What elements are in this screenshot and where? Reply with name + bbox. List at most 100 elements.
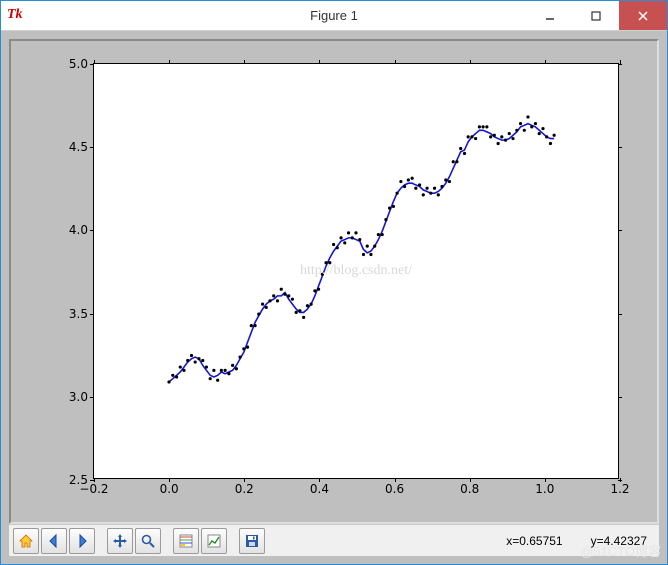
save-button[interactable] xyxy=(239,528,265,554)
scatter-point xyxy=(194,360,197,363)
scatter-point xyxy=(425,187,428,190)
scatter-point xyxy=(478,125,481,128)
scatter-point xyxy=(384,218,387,221)
close-button[interactable] xyxy=(619,1,667,30)
scatter-point xyxy=(485,125,488,128)
scatter-point xyxy=(448,180,451,183)
scatter-point xyxy=(328,261,331,264)
scatter-point xyxy=(407,178,410,181)
scatter-point xyxy=(549,142,552,145)
scatter-point xyxy=(197,357,200,360)
plot-axes: http://blog.csdn.net/ 2.53.03.54.04.55.0… xyxy=(93,63,619,479)
toolbar-separator xyxy=(100,530,104,552)
scatter-point xyxy=(354,231,357,234)
scatter-point xyxy=(388,207,391,210)
scatter-point xyxy=(366,245,369,248)
canvas-frame: http://blog.csdn.net/ 2.53.03.54.04.55.0… xyxy=(9,39,659,524)
scatter-point xyxy=(414,187,417,190)
scatter-point xyxy=(212,369,215,372)
scatter-point xyxy=(493,134,496,137)
scatter-point xyxy=(246,346,249,349)
scatter-point xyxy=(253,324,256,327)
titlebar[interactable]: Tk Figure 1 xyxy=(1,1,667,31)
ytick-label: 4.0 xyxy=(54,223,94,237)
scatter-point xyxy=(306,304,309,307)
scatter-point xyxy=(283,293,286,296)
scatter-point xyxy=(209,377,212,380)
scatter-point xyxy=(324,261,327,264)
scatter-point xyxy=(182,369,185,372)
scatter-point xyxy=(242,347,245,350)
figure-canvas[interactable]: http://blog.csdn.net/ 2.53.03.54.04.55.0… xyxy=(13,43,655,520)
scatter-point xyxy=(339,236,342,239)
ytick-label: 3.0 xyxy=(54,390,94,404)
plot-svg xyxy=(94,64,618,478)
scatter-point xyxy=(231,364,234,367)
fit-line xyxy=(169,124,554,382)
scatter-point xyxy=(310,303,313,306)
scatter-point xyxy=(227,372,230,375)
scatter-point xyxy=(302,316,305,319)
scatter-point xyxy=(238,355,241,358)
scatter-point xyxy=(396,192,399,195)
scatter-point xyxy=(437,193,440,196)
scatter-point xyxy=(497,142,500,145)
scatter-point xyxy=(418,183,421,186)
scatter-point xyxy=(541,127,544,130)
scatter-point xyxy=(481,125,484,128)
pan-button[interactable] xyxy=(107,528,133,554)
scatter-point xyxy=(504,139,507,142)
ytick-label: 3.5 xyxy=(54,307,94,321)
scatter-point xyxy=(452,160,455,163)
matplotlib-toolbar: x=0.65751 y=4.42327 xyxy=(9,524,659,556)
scatter-point xyxy=(534,122,537,125)
scatter-point xyxy=(403,185,406,188)
scatter-point xyxy=(186,359,189,362)
scatter-point xyxy=(351,236,354,239)
scatter-point xyxy=(265,306,268,309)
scatter-point xyxy=(489,135,492,138)
scatter-point xyxy=(467,135,470,138)
scatter-point xyxy=(287,294,290,297)
coord-y: y=4.42327 xyxy=(591,534,647,548)
scatter-point xyxy=(291,298,294,301)
scatter-point xyxy=(440,185,443,188)
scatter-point xyxy=(317,288,320,291)
coordinate-readout: x=0.65751 y=4.42327 xyxy=(506,534,647,548)
scatter-point xyxy=(347,231,350,234)
client-area: http://blog.csdn.net/ 2.53.03.54.04.55.0… xyxy=(1,31,667,564)
scatter-point xyxy=(220,369,223,372)
subplots-button[interactable] xyxy=(173,528,199,554)
scatter-point xyxy=(422,193,425,196)
scatter-point xyxy=(358,238,361,241)
scatter-point xyxy=(257,312,260,315)
scatter-point xyxy=(362,253,365,256)
axis-button[interactable] xyxy=(201,528,227,554)
zoom-button[interactable] xyxy=(135,528,161,554)
figure-window: Tk Figure 1 http://blog.csdn.net/ 2.53.0… xyxy=(0,0,668,565)
scatter-point xyxy=(470,135,473,138)
scatter-point xyxy=(216,379,219,382)
home-button[interactable] xyxy=(13,528,39,554)
scatter-point xyxy=(369,253,372,256)
minimize-button[interactable] xyxy=(527,1,573,30)
scatter-point xyxy=(268,299,271,302)
scatter-point xyxy=(381,233,384,236)
scatter-point xyxy=(511,137,514,140)
scatter-point xyxy=(545,135,548,138)
scatter-point xyxy=(313,289,316,292)
scatter-point xyxy=(523,129,526,132)
scatter-point xyxy=(500,135,503,138)
scatter-point xyxy=(519,122,522,125)
scatter-point xyxy=(377,233,380,236)
scatter-point xyxy=(295,311,298,314)
scatter-point xyxy=(553,134,556,137)
window-controls xyxy=(527,1,667,30)
scatter-point xyxy=(429,192,432,195)
back-button[interactable] xyxy=(41,528,67,554)
forward-button[interactable] xyxy=(69,528,95,554)
scatter-point xyxy=(201,359,204,362)
maximize-button[interactable] xyxy=(573,1,619,30)
scatter-point xyxy=(459,147,462,150)
scatter-point xyxy=(224,369,227,372)
